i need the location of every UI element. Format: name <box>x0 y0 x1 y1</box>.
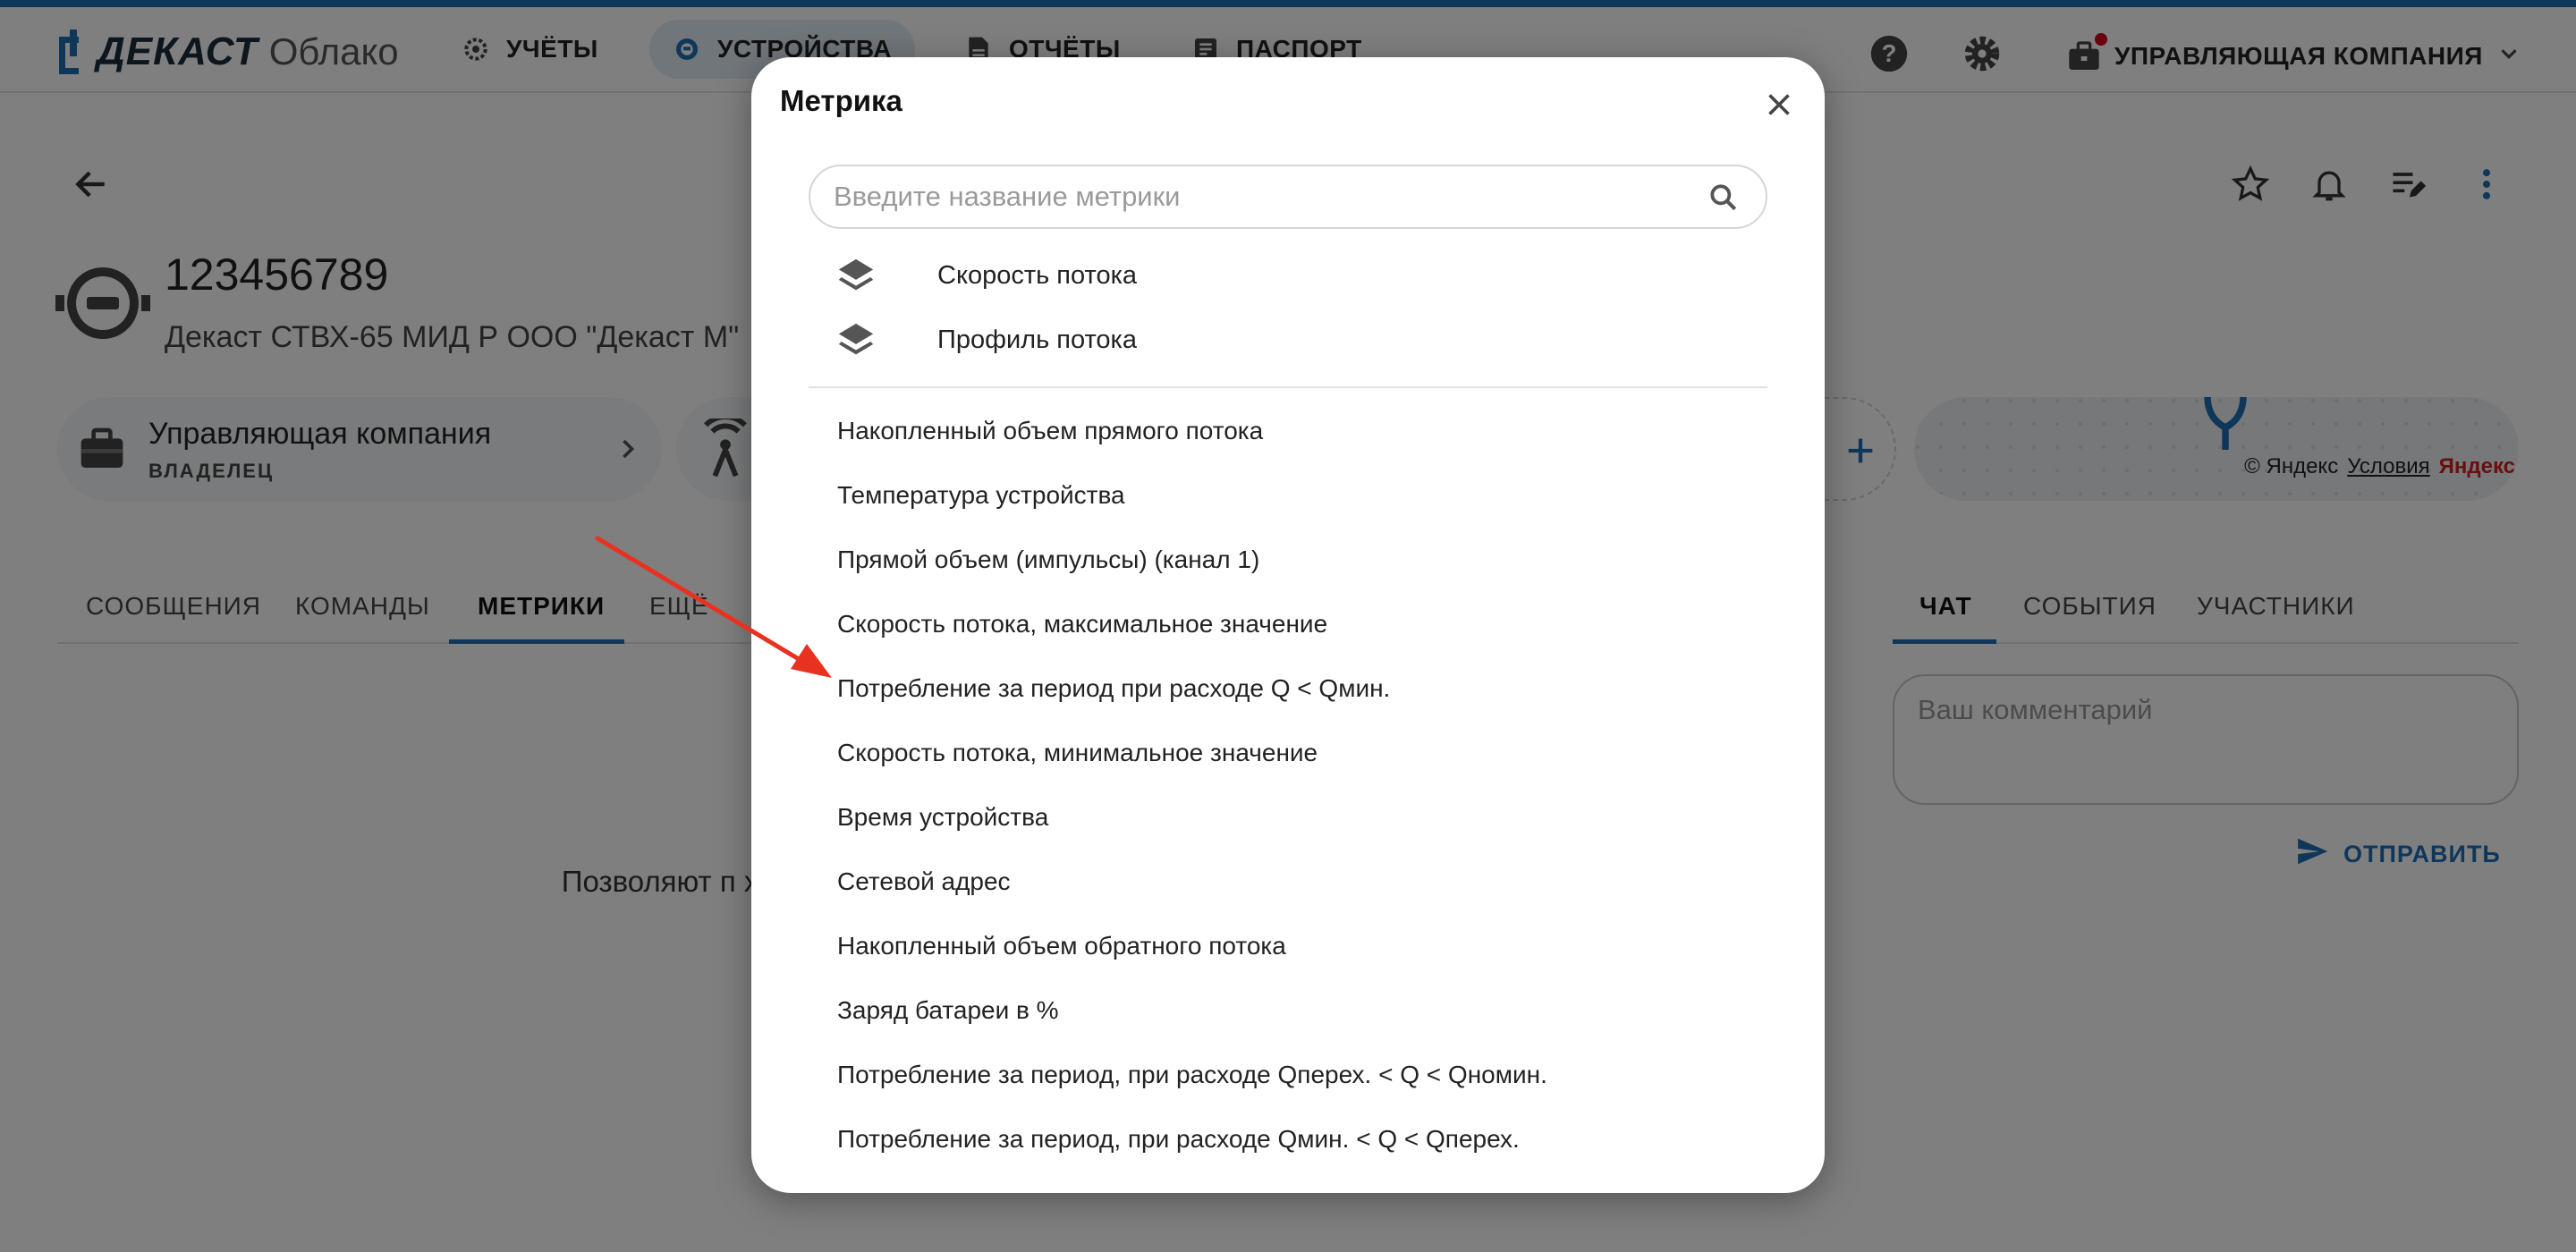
group-item-flow-profile[interactable]: Профиль потока <box>809 308 1767 372</box>
metric-item[interactable]: Потребление за период, при расходе Qмин.… <box>809 1107 1767 1172</box>
metric-item[interactable]: Потребление за период при расходе Q < Qм… <box>809 656 1767 721</box>
close-button[interactable] <box>1757 82 1801 127</box>
metric-item[interactable]: Время устройства <box>809 785 1767 850</box>
layers-icon <box>835 256 877 297</box>
list-divider <box>809 386 1767 388</box>
metric-item[interactable]: Скорость потока, максимальное значение <box>809 592 1767 656</box>
metric-dialog: Метрика Скорость потока Профиль потока Н… <box>751 57 1825 1193</box>
metric-search <box>809 165 1767 229</box>
metric-item[interactable]: Потребление за период, при расходе Qпере… <box>809 1043 1767 1107</box>
group-label: Профиль потока <box>937 325 1137 354</box>
metric-item[interactable]: Прямой объем (импульсы) (канал 1) <box>809 528 1767 592</box>
metric-item[interactable]: Накопленный объем обратного потока <box>809 914 1767 978</box>
metric-item[interactable]: Сетевой адрес <box>809 850 1767 914</box>
metric-list: Накопленный объем прямого потока Температ… <box>809 399 1767 1172</box>
metric-item[interactable]: Скорость потока, минимальное значение <box>809 721 1767 785</box>
metric-item[interactable]: Заряд батареи в % <box>809 978 1767 1043</box>
search-icon[interactable] <box>1707 181 1741 215</box>
metric-item[interactable]: Температура устройства <box>809 463 1767 528</box>
dialog-title: Метрика <box>780 84 902 117</box>
close-icon <box>1768 94 1790 115</box>
metric-search-input[interactable] <box>834 166 1692 227</box>
group-label: Скорость потока <box>937 260 1138 290</box>
metric-item[interactable]: Накопленный объем прямого потока <box>809 399 1767 463</box>
layers-icon <box>835 320 877 361</box>
group-item-flow-rate[interactable]: Скорость потока <box>809 243 1767 308</box>
